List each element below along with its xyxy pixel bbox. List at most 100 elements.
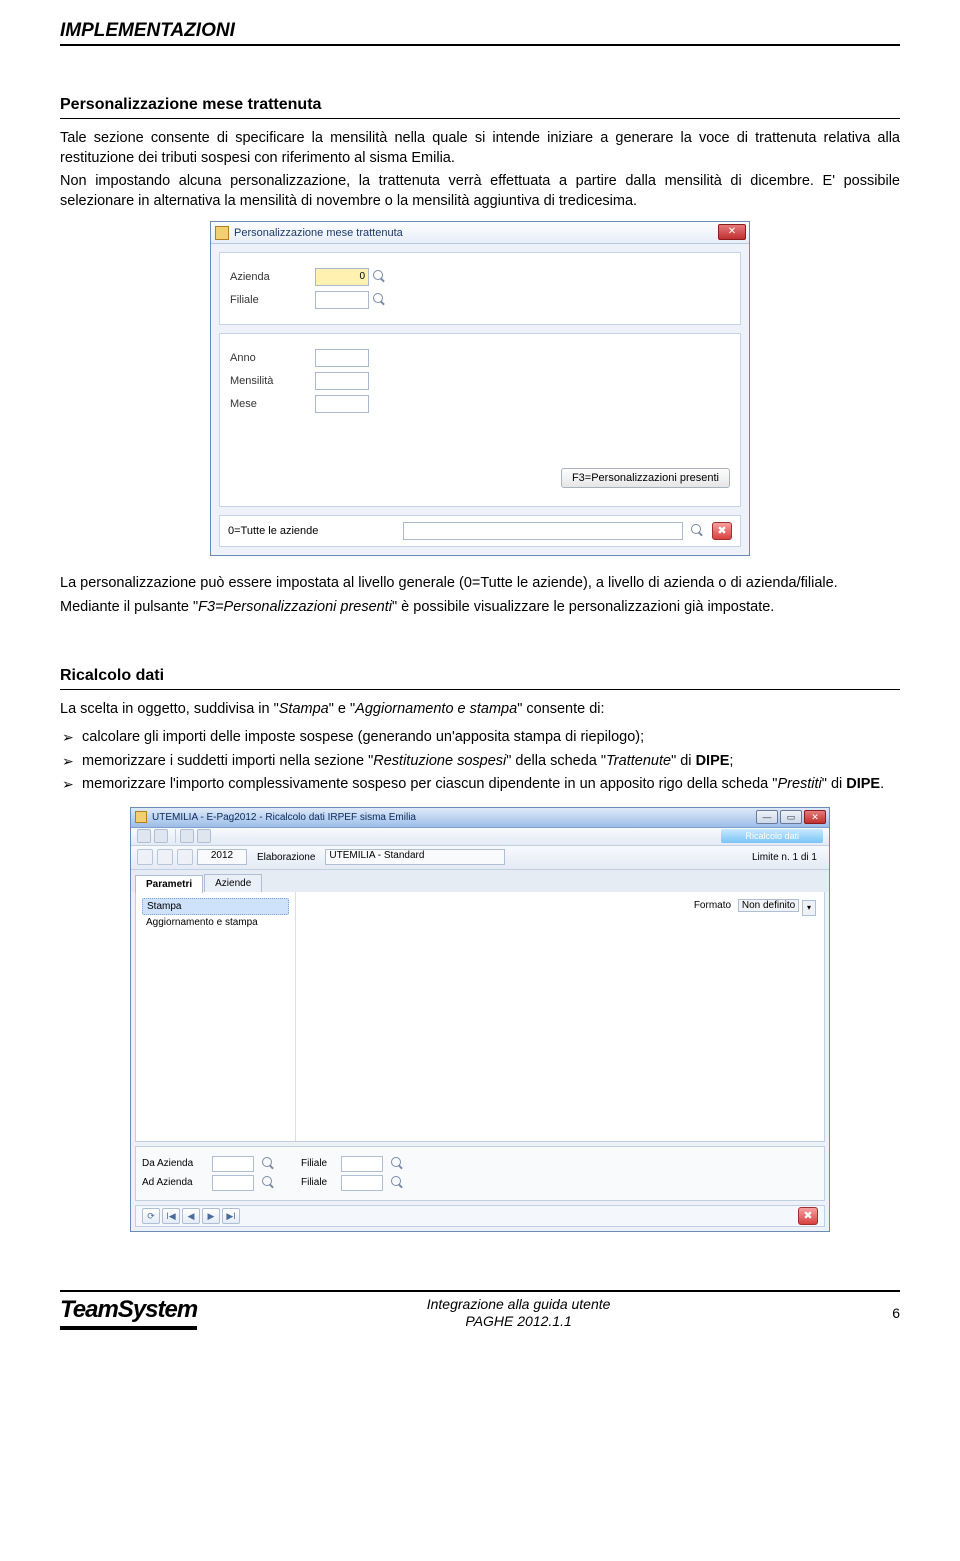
- chevron-down-icon[interactable]: ▾: [802, 900, 816, 916]
- page-number: 6: [840, 1305, 900, 1321]
- nav-prev-button[interactable]: ◀: [182, 1208, 200, 1224]
- input-ad-filiale[interactable]: [341, 1175, 383, 1191]
- text-fragment-italic: Restituzione sospesi: [373, 753, 506, 769]
- label-filiale: Filiale: [230, 294, 315, 306]
- close-button[interactable]: ✕: [804, 810, 826, 824]
- text-fragment: Mediante il pulsante ": [60, 599, 198, 615]
- toolbar-limite: Limite n. 1 di 1: [746, 852, 823, 863]
- section-title-personalizzazione: Personalizzazione mese trattenuta: [60, 96, 900, 119]
- input-da-azienda[interactable]: [212, 1156, 254, 1172]
- tree-panel: Stampa Aggiornamento e stampa: [136, 892, 296, 1141]
- dialog1-panel-top: Azienda 0 Filiale: [219, 252, 741, 325]
- text-fragment: " della scheda ": [506, 753, 606, 769]
- tab-aziende[interactable]: Aziende: [204, 874, 262, 892]
- label-da-azienda: Da Azienda: [142, 1158, 212, 1169]
- print-icon[interactable]: [177, 849, 193, 865]
- label-formato: Formato: [694, 900, 731, 911]
- footer-line2: PAGHE 2012.1.1: [197, 1313, 840, 1330]
- para-after-2: Mediante il pulsante "F3=Personalizzazio…: [60, 598, 900, 618]
- text-fragment-italic: Trattenute: [606, 753, 671, 769]
- minimize-button[interactable]: —: [756, 810, 778, 824]
- search-icon[interactable]: [390, 1156, 406, 1172]
- label-filiale: Filiale: [301, 1177, 341, 1188]
- ribbon-icon[interactable]: [137, 829, 151, 843]
- status-bar: ⟳ ǀ◀ ◀ ▶ ▶ǀ ✖: [135, 1205, 825, 1227]
- tab-content: Stampa Aggiornamento e stampa Formato No…: [135, 892, 825, 1142]
- footer-input[interactable]: [403, 522, 683, 540]
- search-icon[interactable]: [261, 1156, 277, 1172]
- para-2: Non impostando alcuna personalizzazione,…: [60, 172, 900, 211]
- text-fragment: ;: [729, 753, 733, 769]
- footer-center: Integrazione alla guida utente PAGHE 201…: [197, 1296, 840, 1330]
- dialog1-panel-mid: Anno Mensilità Mese F3=Personalizzazioni…: [219, 333, 741, 507]
- text-fragment: memorizzare l'importo complessivamente s…: [82, 776, 777, 792]
- search-icon[interactable]: [372, 269, 388, 285]
- close-button[interactable]: ✕: [718, 224, 746, 240]
- intro-ricalcolo: La scelta in oggetto, suddivisa in "Stam…: [60, 700, 900, 720]
- list-item: calcolare gli importi delle imposte sosp…: [60, 728, 900, 748]
- window-icon: [135, 811, 147, 823]
- input-ad-azienda[interactable]: [212, 1175, 254, 1191]
- label-mensilita: Mensilità: [230, 375, 315, 387]
- toolbar: 2012 Elaborazione UTEMILIA - Standard Li…: [131, 846, 829, 870]
- text-fragment: memorizzare i suddetti importi nella sez…: [82, 753, 373, 769]
- page-header: IMPLEMENTAZIONI: [60, 20, 900, 46]
- dialog2-titlebar[interactable]: UTEMILIA - E-Pag2012 - Ricalcolo dati IR…: [131, 808, 829, 828]
- search-icon[interactable]: [390, 1175, 406, 1191]
- search-icon[interactable]: [690, 523, 706, 539]
- dialog-personalizzazione: Personalizzazione mese trattenuta ✕ Azie…: [210, 221, 750, 556]
- text-fragment: " di: [822, 776, 847, 792]
- elaborazione-input[interactable]: UTEMILIA - Standard: [325, 849, 505, 865]
- label-filiale: Filiale: [301, 1158, 341, 1169]
- maximize-button[interactable]: ▭: [780, 810, 802, 824]
- list-item: memorizzare l'importo complessivamente s…: [60, 775, 900, 795]
- ribbon: Ricalcolo dati: [131, 828, 829, 846]
- text-fragment-italic: Aggiornamento e stampa: [355, 701, 517, 717]
- text-fragment: " e ": [329, 701, 355, 717]
- section-title-ricalcolo: Ricalcolo dati: [60, 667, 900, 690]
- nav-refresh-icon[interactable]: ⟳: [142, 1208, 160, 1224]
- toolbar-label-elaborazione: Elaborazione: [251, 852, 321, 863]
- text-fragment: " è possibile visualizzare le personaliz…: [392, 599, 774, 615]
- tree-item-aggiornamento[interactable]: Aggiornamento e stampa: [142, 915, 289, 930]
- nav-next-button[interactable]: ▶: [202, 1208, 220, 1224]
- input-mensilita[interactable]: [315, 372, 369, 390]
- dialog-ricalcolo: UTEMILIA - E-Pag2012 - Ricalcolo dati IR…: [130, 807, 830, 1232]
- year-input[interactable]: 2012: [197, 849, 247, 865]
- delete-button[interactable]: ✖: [712, 522, 732, 540]
- bullet-list: calcolare gli importi delle imposte sosp…: [60, 728, 900, 795]
- bottom-band: Da Azienda Filiale Ad Azienda Filiale: [135, 1146, 825, 1201]
- nav-last-button[interactable]: ▶ǀ: [222, 1208, 240, 1224]
- footer-line1: Integrazione alla guida utente: [197, 1296, 840, 1313]
- right-pane: Formato Non definito ▾: [296, 892, 824, 1141]
- f3-button[interactable]: F3=Personalizzazioni presenti: [561, 468, 730, 488]
- footer-text: 0=Tutte le aziende: [228, 525, 318, 537]
- ribbon-icon[interactable]: [197, 829, 211, 843]
- dialog2-title: UTEMILIA - E-Pag2012 - Ricalcolo dati IR…: [152, 812, 416, 823]
- text-fragment-italic: F3=Personalizzazioni presenti: [198, 599, 392, 615]
- dialog1-titlebar[interactable]: Personalizzazione mese trattenuta ✕: [211, 222, 749, 244]
- search-icon[interactable]: [372, 292, 388, 308]
- input-formato[interactable]: Non definito: [738, 899, 799, 912]
- label-azienda: Azienda: [230, 271, 315, 283]
- para-1: Tale sezione consente di specificare la …: [60, 129, 900, 168]
- tab-parametri[interactable]: Parametri: [135, 875, 203, 893]
- input-da-filiale[interactable]: [341, 1156, 383, 1172]
- ribbon-icon[interactable]: [154, 829, 168, 843]
- ribbon-icon[interactable]: [180, 829, 194, 843]
- search-icon[interactable]: [261, 1175, 277, 1191]
- input-filiale[interactable]: [315, 291, 369, 309]
- input-azienda[interactable]: 0: [315, 268, 369, 286]
- label-mese: Mese: [230, 398, 315, 410]
- input-anno[interactable]: [315, 349, 369, 367]
- input-mese[interactable]: [315, 395, 369, 413]
- save-icon[interactable]: [157, 849, 173, 865]
- text-fragment: " consente di:: [517, 701, 604, 717]
- ribbon-right-label: Ricalcolo dati: [721, 829, 823, 843]
- open-icon[interactable]: [137, 849, 153, 865]
- tree-item-stampa[interactable]: Stampa: [142, 898, 289, 915]
- nav-first-button[interactable]: ǀ◀: [162, 1208, 180, 1224]
- dialog1-footer: 0=Tutte le aziende ✖: [219, 515, 741, 547]
- delete-button[interactable]: ✖: [798, 1207, 818, 1225]
- text-fragment: " di: [671, 753, 696, 769]
